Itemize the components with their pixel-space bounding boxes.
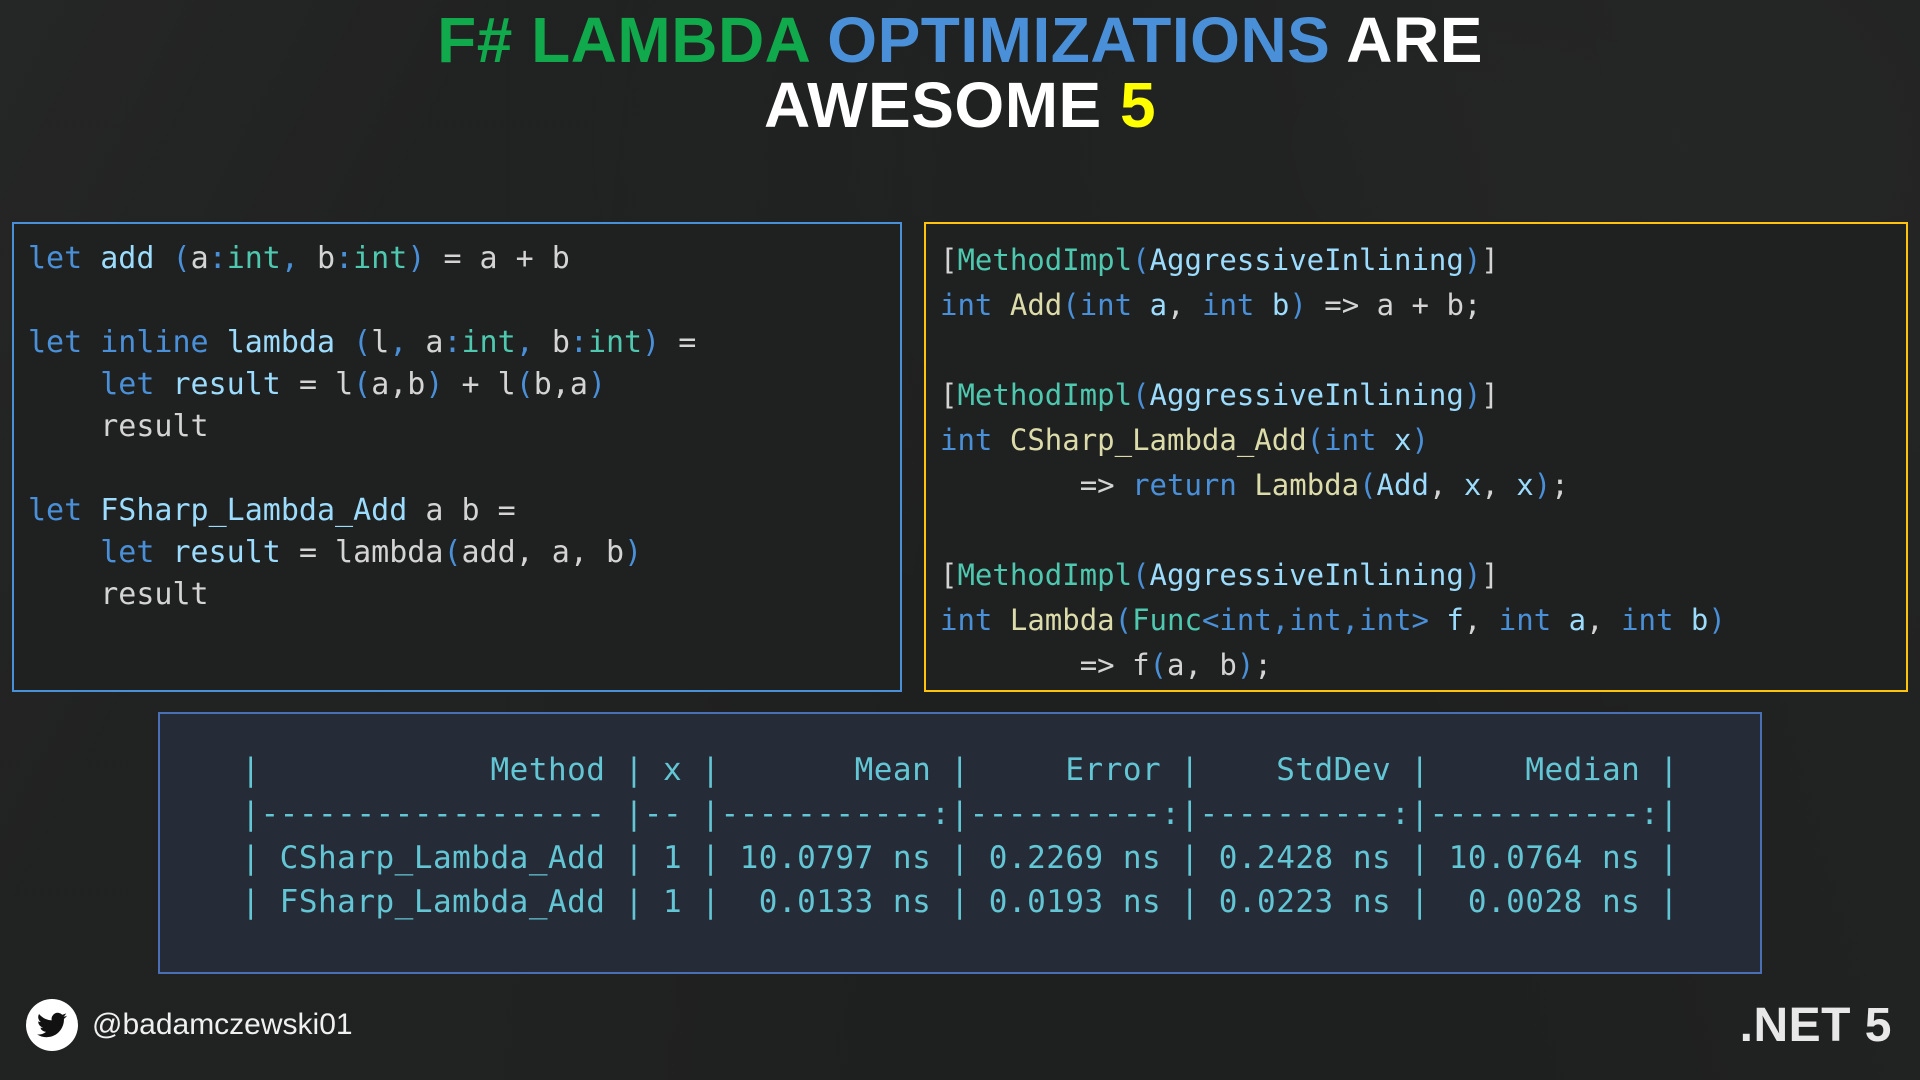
page-title: F# LAMBDA OPTIMIZATIONS ARE AWESOME 5 xyxy=(0,0,1920,139)
title-line-1: F# LAMBDA OPTIMIZATIONS ARE xyxy=(0,7,1920,73)
title-segment-white: ARE xyxy=(1346,4,1483,76)
slide-footer: @badamczewski01 .NET 5 xyxy=(0,984,1920,1080)
benchmark-table: | Method | x | Mean | Error | StdDev | M… xyxy=(241,752,1679,920)
csharp-code-block: [MethodImpl(AggressiveInlining)] int Add… xyxy=(940,243,1726,682)
title-segment-awesome: AWESOME xyxy=(763,69,1120,142)
code-panels-row: let add (a:int, b:int) = a + b let inlin… xyxy=(0,222,1920,692)
twitter-handle[interactable]: @badamczewski01 xyxy=(26,999,353,1051)
title-segment-blue: OPTIMIZATIONS xyxy=(827,4,1347,76)
fsharp-code-panel: let add (a:int, b:int) = a + b let inlin… xyxy=(12,222,902,692)
fsharp-code-block: let add (a:int, b:int) = a + b let inlin… xyxy=(28,241,697,612)
title-segment-green: F# LAMBDA xyxy=(437,4,828,76)
twitter-bird-icon xyxy=(26,999,78,1051)
csharp-code-panel: [MethodImpl(AggressiveInlining)] int Add… xyxy=(924,222,1908,692)
benchmark-results-panel: | Method | x | Mean | Error | StdDev | M… xyxy=(158,712,1762,974)
title-line-2: AWESOME 5 xyxy=(0,73,1920,138)
title-segment-number: 5 xyxy=(1119,69,1157,142)
twitter-handle-text: @badamczewski01 xyxy=(92,1008,353,1041)
dotnet-version-label: .NET 5 xyxy=(1739,998,1892,1052)
